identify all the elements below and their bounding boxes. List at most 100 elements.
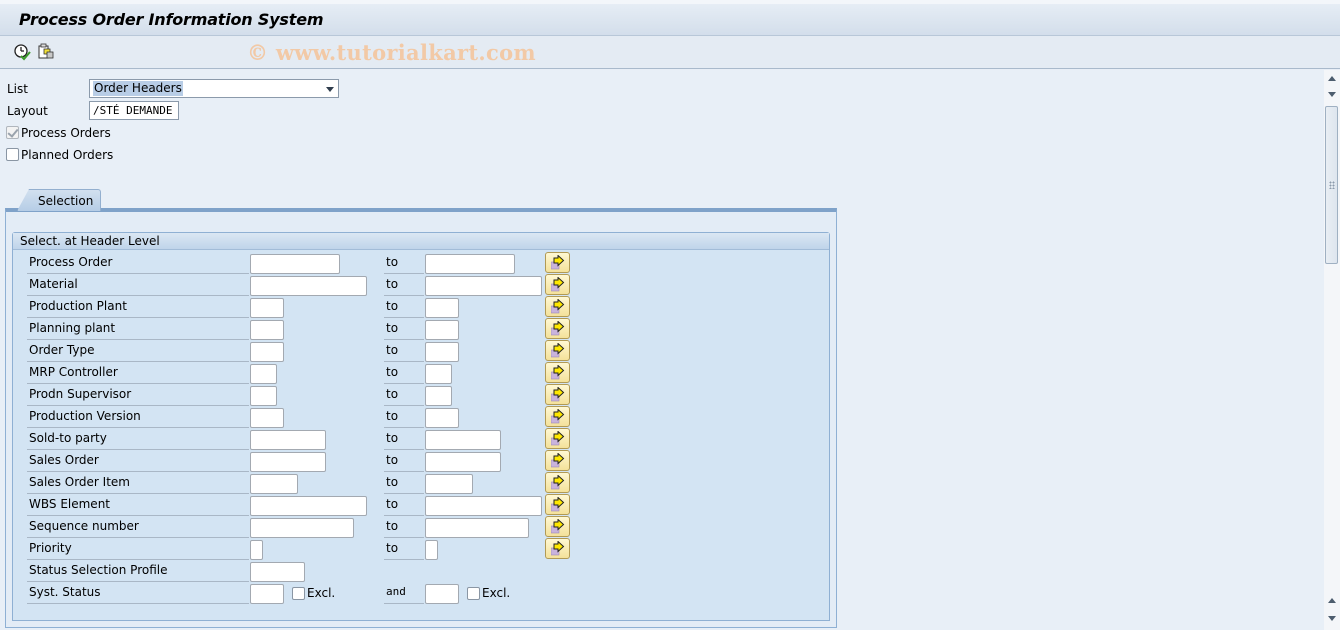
vertical-scrollbar[interactable] [1324,70,1340,630]
planned-orders-label: Planned Orders [21,148,114,162]
from-input[interactable] [250,276,367,296]
to-input[interactable] [425,320,459,340]
arrow-right-icon [551,453,565,468]
to-input[interactable] [425,276,542,296]
window-title: Process Order Information System [19,10,324,29]
to-input[interactable] [425,408,459,428]
field-label: Sales Order [27,451,249,472]
layout-input[interactable]: /STÉ DEMANDE [89,101,179,120]
from-input[interactable] [250,386,277,406]
chevron-down-icon[interactable] [326,87,334,92]
to-label: to [384,385,424,406]
scroll-down-icon[interactable] [1328,92,1336,97]
process-orders-label: Process Orders [21,126,111,140]
multiple-selection-button[interactable] [545,340,570,361]
to-label: to [384,341,424,362]
from-input[interactable] [250,364,277,384]
to-label: to [384,275,424,296]
field-label: Status Selection Profile [27,561,249,582]
exclude-label: Excl. [482,586,511,600]
multiple-selection-button[interactable] [545,274,570,295]
multiple-selection-button[interactable] [545,384,570,405]
multiple-selection-button[interactable] [545,362,570,383]
to-input[interactable] [425,254,515,274]
field-label: Sales Order Item [27,473,249,494]
scroll-down-bottom-icon[interactable] [1328,616,1336,621]
to-input[interactable] [425,540,438,560]
arrow-right-icon [551,519,565,534]
from-input[interactable] [250,430,326,450]
field-label: Priority [27,539,249,560]
to-input[interactable] [425,430,501,450]
multiple-selection-button[interactable] [545,252,570,273]
arrow-right-icon [551,387,565,402]
from-input[interactable] [250,298,284,318]
scroll-up-icon[interactable] [1328,76,1336,81]
from-input[interactable] [250,254,340,274]
arrow-right-icon [551,431,565,446]
field-label: Material [27,275,249,296]
planned-orders-checkbox[interactable] [6,148,19,161]
to-input[interactable] [425,298,459,318]
from-input[interactable] [250,496,367,516]
to-input[interactable] [425,518,529,538]
process-orders-checkbox[interactable] [6,126,19,139]
title-bar: Process Order Information System [0,0,1340,36]
to-input[interactable] [425,342,459,362]
list-dropdown[interactable]: Order Headers [89,79,339,98]
to-label: to [384,253,424,274]
main-area: List Order Headers Layout /STÉ DEMANDE P… [0,70,1324,630]
to-label: to [384,473,424,494]
to-input[interactable] [425,364,452,384]
multiple-selection-button[interactable] [545,318,570,339]
group-title: Select. at Header Level [20,234,160,248]
from-input[interactable] [250,562,305,582]
multiple-selection-button[interactable] [545,538,570,559]
to-input[interactable] [425,584,459,604]
scrollbar-thumb[interactable] [1325,106,1338,264]
to-input[interactable] [425,496,542,516]
multiple-selection-button[interactable] [545,494,570,515]
arrow-right-icon [551,541,565,556]
to-input[interactable] [425,452,501,472]
multiple-selection-button[interactable] [545,406,570,427]
tab-selection-label: Selection [38,194,94,208]
to-label: to [384,495,424,516]
arrow-right-icon [551,409,565,424]
from-input[interactable] [250,408,284,428]
from-input[interactable] [250,584,284,604]
multiple-selection-button[interactable] [545,450,570,471]
to-label: to [384,517,424,538]
list-dropdown-value: Order Headers [93,81,183,96]
field-label: Production Version [27,407,249,428]
from-input[interactable] [250,474,298,494]
field-label: Sold-to party [27,429,249,450]
execute-icon[interactable] [13,43,31,61]
multiple-selection-button[interactable] [545,516,570,537]
exclude-label: Excl. [307,586,336,600]
copy-selection-icon[interactable] [37,43,55,61]
field-label: Order Type [27,341,249,362]
tab-selection[interactable]: Selection [17,189,101,211]
from-input[interactable] [250,320,284,340]
to-label: to [384,539,424,560]
from-input[interactable] [250,518,354,538]
to-label: to [384,319,424,340]
field-label: Prodn Supervisor [27,385,249,406]
from-input[interactable] [250,452,326,472]
from-input[interactable] [250,342,284,362]
watermark: © www.tutorialkart.com [247,40,536,65]
multiple-selection-button[interactable] [545,296,570,317]
exclude-checkbox[interactable] [292,587,305,600]
multiple-selection-button[interactable] [545,428,570,449]
list-label: List [7,82,28,96]
arrow-right-icon [551,365,565,380]
exclude-checkbox[interactable] [467,587,480,600]
from-input[interactable] [250,540,263,560]
to-input[interactable] [425,474,473,494]
multiple-selection-button[interactable] [545,472,570,493]
field-label: MRP Controller [27,363,249,384]
scroll-up-bottom-icon[interactable] [1328,598,1336,603]
to-input[interactable] [425,386,452,406]
to-label: to [384,429,424,450]
